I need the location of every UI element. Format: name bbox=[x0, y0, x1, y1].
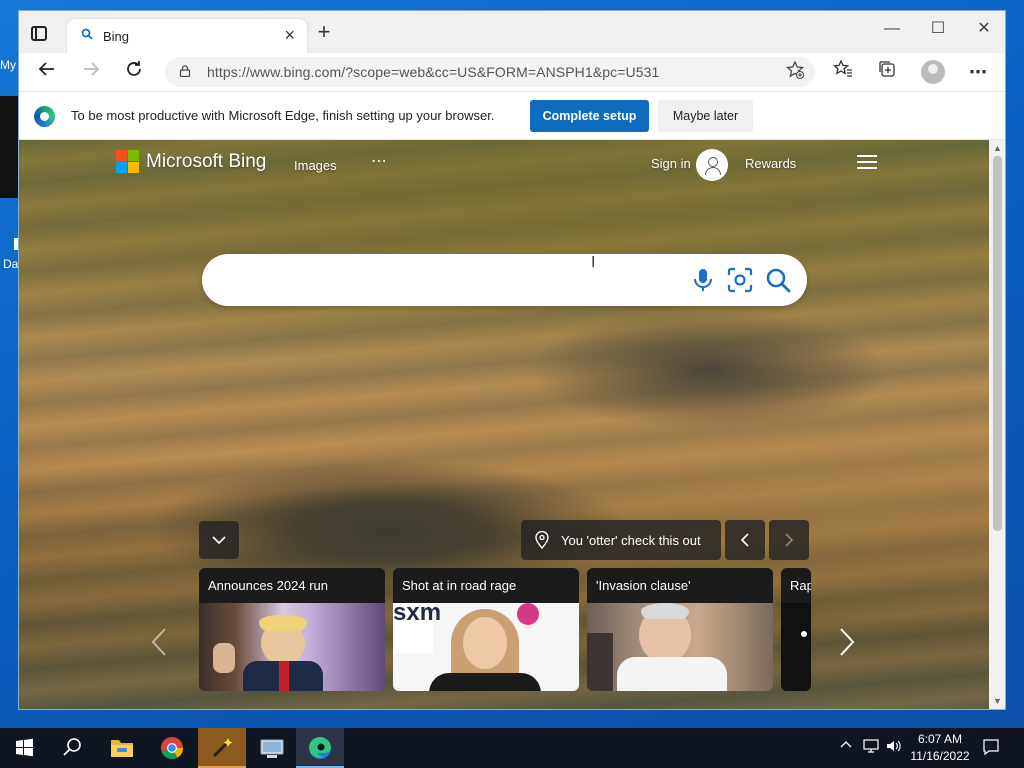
news-card-title[interactable]: Announces 2024 run bbox=[199, 568, 385, 603]
expand-feed-button[interactable] bbox=[199, 521, 239, 559]
news-card[interactable]: Shot at in road rage sxm bbox=[393, 568, 579, 691]
search-icon[interactable] bbox=[48, 728, 96, 768]
desktop-icon-label[interactable]: Da bbox=[3, 257, 18, 271]
tab-actions-icon[interactable] bbox=[31, 26, 47, 41]
scroll-down-icon[interactable]: ▼ bbox=[993, 696, 1002, 706]
news-card-image[interactable] bbox=[587, 603, 773, 691]
search-input[interactable]: I bbox=[202, 254, 807, 306]
nav-images-link[interactable]: Images bbox=[294, 158, 337, 173]
next-image-button[interactable] bbox=[769, 520, 809, 560]
computer-icon[interactable] bbox=[248, 728, 296, 768]
file-explorer-icon[interactable] bbox=[98, 728, 146, 768]
edge-icon bbox=[34, 106, 55, 127]
caption-text[interactable]: You 'otter' check this out bbox=[561, 533, 701, 548]
rewards-link[interactable]: Rewards bbox=[745, 156, 796, 171]
favorites-icon[interactable] bbox=[829, 59, 857, 85]
collections-icon[interactable] bbox=[873, 59, 901, 85]
volume-icon[interactable] bbox=[885, 739, 901, 756]
desktop-icon-label[interactable]: My bbox=[0, 58, 16, 72]
infobar-message: To be most productive with Microsoft Edg… bbox=[71, 108, 495, 123]
wizard-icon[interactable] bbox=[198, 728, 246, 768]
setup-infobar: To be most productive with Microsoft Edg… bbox=[19, 91, 1005, 140]
profile-icon[interactable] bbox=[921, 60, 945, 84]
scrollbar[interactable]: ▲ ▼ bbox=[989, 140, 1005, 709]
network-icon[interactable] bbox=[863, 739, 879, 756]
forward-icon[interactable] bbox=[77, 59, 105, 85]
new-tab-icon[interactable]: + bbox=[313, 21, 335, 43]
clock-time: 6:07 AM bbox=[917, 732, 963, 746]
visual-search-icon[interactable] bbox=[726, 266, 754, 294]
start-icon[interactable] bbox=[0, 728, 48, 768]
news-card[interactable]: Rap bbox=[781, 568, 811, 691]
image-caption[interactable]: You 'otter' check this out bbox=[521, 520, 721, 560]
refresh-icon[interactable] bbox=[120, 59, 148, 85]
chevron-up-icon[interactable] bbox=[840, 739, 852, 754]
desktop-window-edge bbox=[0, 96, 18, 198]
maximize-button[interactable]: ☐ bbox=[915, 15, 961, 43]
complete-setup-button[interactable]: Complete setup bbox=[530, 100, 649, 132]
carousel-next-icon[interactable] bbox=[837, 625, 857, 668]
user-icon[interactable] bbox=[696, 149, 728, 181]
minimize-button[interactable]: — bbox=[869, 15, 915, 43]
search-icon[interactable] bbox=[764, 266, 792, 294]
chrome-icon[interactable] bbox=[148, 728, 196, 768]
bing-homepage: Microsoft Bing Images ⋯ Sign in Rewards … bbox=[19, 140, 989, 709]
news-card-image[interactable]: sxm bbox=[393, 601, 579, 691]
edge-icon[interactable] bbox=[296, 728, 344, 768]
taskbar: 6:07 AM 11/16/2022 bbox=[0, 728, 1024, 768]
notifications-icon[interactable] bbox=[982, 738, 1000, 759]
maybe-later-button[interactable]: Maybe later bbox=[658, 100, 753, 132]
sign-in-link[interactable]: Sign in bbox=[651, 156, 691, 171]
news-card[interactable]: 'Invasion clause' bbox=[587, 568, 773, 691]
search-icon bbox=[81, 28, 93, 43]
address-text[interactable]: https://www.bing.com/?scope=web&cc=US&FO… bbox=[207, 64, 659, 80]
close-button[interactable]: ✕ bbox=[961, 15, 1005, 43]
news-card-image[interactable] bbox=[781, 603, 811, 691]
scroll-thumb[interactable] bbox=[993, 156, 1002, 531]
more-icon[interactable]: ⋯ bbox=[964, 59, 992, 85]
system-clock[interactable]: 6:07 AM 11/16/2022 bbox=[902, 731, 978, 765]
add-favorite-icon[interactable] bbox=[785, 60, 805, 85]
microphone-icon[interactable] bbox=[689, 266, 717, 294]
location-pin-icon bbox=[535, 531, 549, 549]
hamburger-menu-icon[interactable] bbox=[857, 155, 877, 170]
address-bar[interactable]: https://www.bing.com/?scope=web&cc=US&FO… bbox=[165, 57, 815, 87]
clock-date: 11/16/2022 bbox=[910, 749, 970, 763]
microsoft-logo-icon[interactable] bbox=[116, 150, 140, 174]
browser-tab[interactable]: Bing × bbox=[67, 19, 307, 53]
tab-bar: Bing × + — ☐ ✕ bbox=[19, 11, 1005, 53]
news-card-title[interactable]: Rap bbox=[781, 568, 811, 603]
back-icon[interactable] bbox=[33, 59, 61, 85]
news-card-title[interactable]: 'Invasion clause' bbox=[587, 568, 773, 603]
scroll-up-icon[interactable]: ▲ bbox=[993, 143, 1002, 153]
text-cursor-icon: I bbox=[591, 254, 596, 271]
news-card-image[interactable] bbox=[199, 603, 385, 691]
news-card[interactable]: Announces 2024 run bbox=[199, 568, 385, 691]
close-tab-icon[interactable]: × bbox=[284, 26, 295, 44]
carousel-prev-icon[interactable] bbox=[149, 625, 169, 668]
previous-image-button[interactable] bbox=[725, 520, 765, 560]
lock-icon[interactable] bbox=[179, 65, 191, 77]
tab-title: Bing bbox=[103, 29, 130, 44]
nav-more-icon[interactable]: ⋯ bbox=[371, 151, 388, 171]
brand-name[interactable]: Microsoft Bing bbox=[146, 151, 266, 173]
browser-toolbar: https://www.bing.com/?scope=web&cc=US&FO… bbox=[19, 53, 1005, 91]
news-card-title[interactable]: Shot at in road rage bbox=[393, 568, 579, 603]
browser-window: Bing × + — ☐ ✕ https://www.bing.com/?sco… bbox=[18, 10, 1006, 710]
